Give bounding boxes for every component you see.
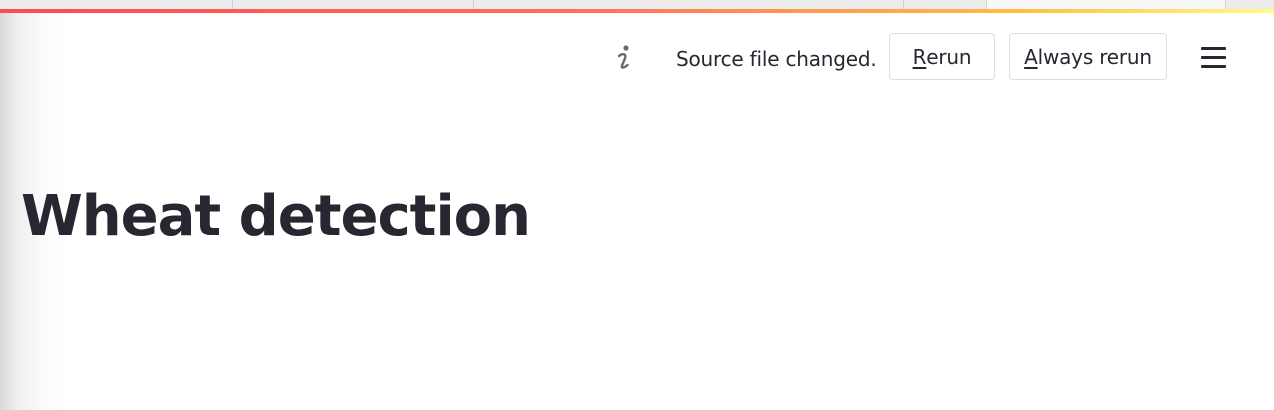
tab-divider bbox=[903, 0, 904, 9]
browser-tab-strip bbox=[0, 0, 1274, 9]
header-decoration-bar bbox=[0, 9, 1274, 13]
info-icon bbox=[613, 43, 635, 73]
rerun-accelerator: R bbox=[912, 44, 927, 69]
menu-line bbox=[1201, 56, 1226, 59]
always-rerun-button[interactable]: Always rerun bbox=[1009, 33, 1167, 80]
menu-line bbox=[1201, 47, 1226, 50]
tab-divider bbox=[473, 0, 474, 9]
tab-divider bbox=[232, 0, 233, 9]
rerun-button[interactable]: Rerun bbox=[889, 33, 995, 80]
always-rerun-label: lways rerun bbox=[1037, 44, 1152, 69]
page-title: Wheat detection bbox=[21, 184, 531, 249]
status-message: Source file changed. bbox=[676, 47, 877, 71]
active-browser-tab[interactable] bbox=[986, 0, 1226, 9]
menu-line bbox=[1201, 65, 1226, 68]
rerun-label: erun bbox=[926, 44, 972, 69]
hamburger-menu-icon[interactable] bbox=[1198, 44, 1230, 70]
always-rerun-accelerator: A bbox=[1024, 44, 1038, 69]
